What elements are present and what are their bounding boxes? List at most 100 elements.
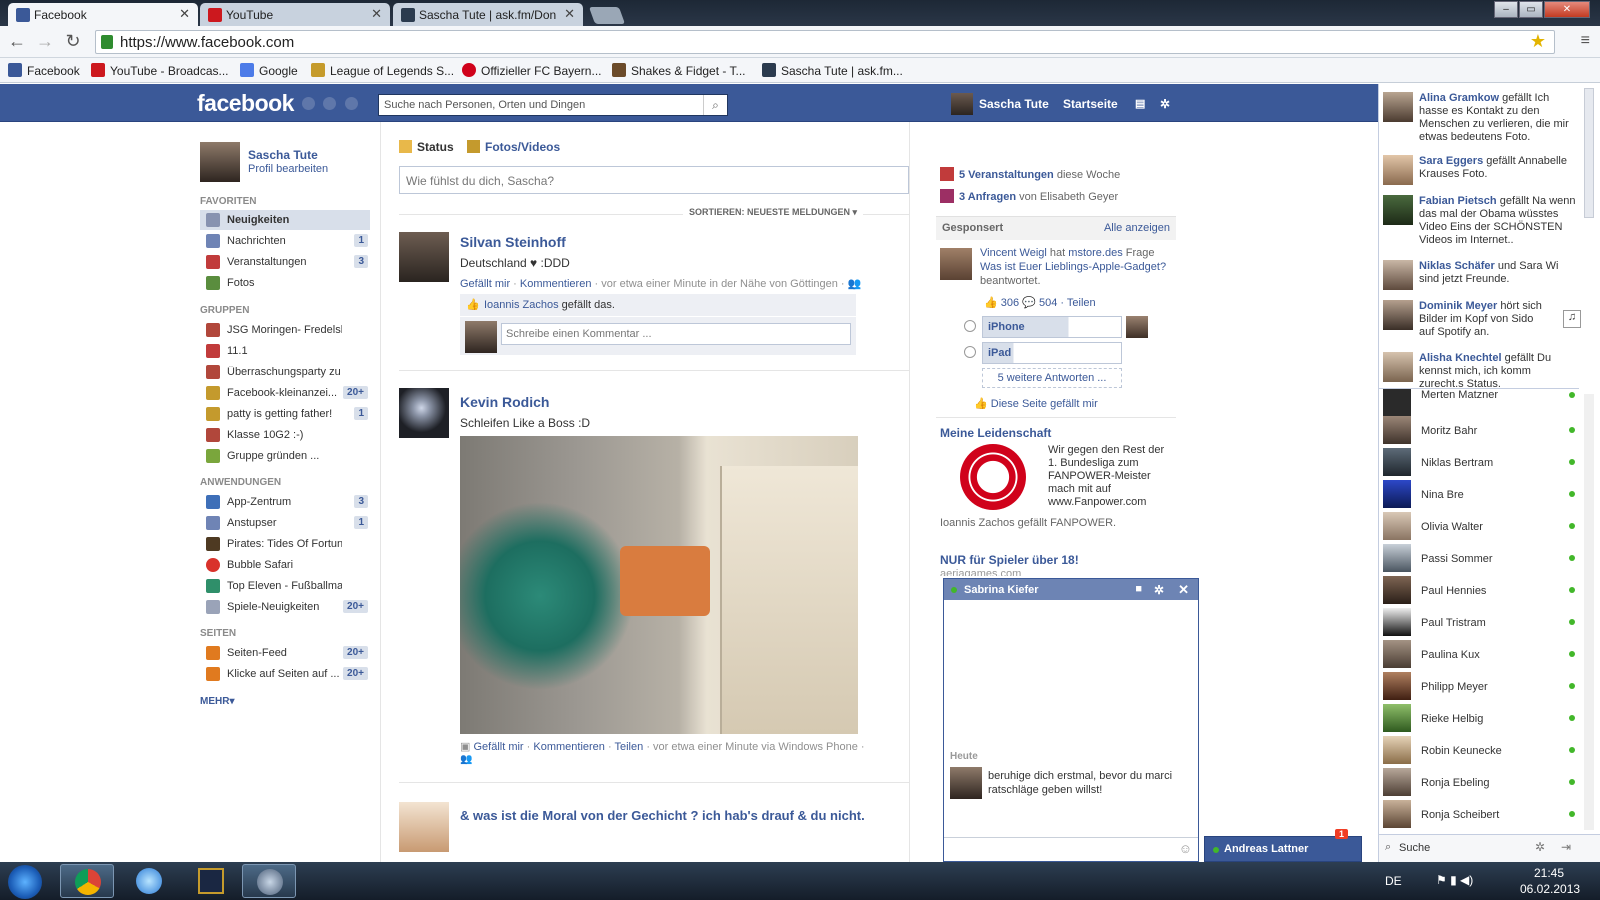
chat-contact[interactable]: Rieke Helbig <box>1379 704 1579 734</box>
bookmark-youtube[interactable]: YouTube - Broadcas... <box>91 63 229 78</box>
chat-contact[interactable]: Moritz Bahr <box>1379 416 1579 446</box>
maximize-button[interactable]: ▭ <box>1519 1 1543 18</box>
chat-contact[interactable]: Paul Hennies <box>1379 576 1579 606</box>
tab-status[interactable]: Status <box>399 140 454 154</box>
sort-dropdown[interactable]: SORTIEREN: NEUESTE MELDUNGEN ▾ <box>683 207 864 218</box>
post-author[interactable]: Silvan Steinhoff <box>460 234 566 250</box>
radio-ipad[interactable] <box>964 346 976 358</box>
facebook-logo[interactable]: facebook <box>197 90 294 117</box>
requests-reminder[interactable]: 3 Anfragen von Elisabeth Geyer <box>940 189 1118 203</box>
nav-item-messages[interactable]: Nachrichten 1 <box>200 231 370 251</box>
ticker-scrollbar[interactable] <box>1584 88 1594 218</box>
post-photo[interactable] <box>460 436 858 734</box>
chat-contact[interactable]: Olivia Walter <box>1379 512 1579 542</box>
events-reminder[interactable]: 5 Veranstaltungen diese Woche <box>940 167 1120 181</box>
nav-item-page[interactable]: Klicke auf Seiten auf ... 20+ <box>200 664 370 684</box>
gear-icon[interactable]: ✲ <box>1154 583 1164 597</box>
chat-contact[interactable]: Paulina Kux <box>1379 640 1579 670</box>
avatar[interactable] <box>200 142 240 182</box>
liker-name[interactable]: Ioannis Zachos <box>484 299 559 311</box>
taskbar-itunes[interactable] <box>122 864 176 898</box>
tray-icons[interactable]: ⚑ ▮ ◀) <box>1436 873 1473 887</box>
gear-icon[interactable]: ✲ <box>1160 97 1170 111</box>
likes-count[interactable]: 306 <box>1001 297 1019 309</box>
question-source[interactable]: mstore.des <box>1068 247 1122 259</box>
show-all-link[interactable]: Alle anzeigen <box>1104 222 1170 234</box>
close-icon[interactable]: ✕ <box>564 6 575 22</box>
chat-contact[interactable]: Paul Tristram <box>1379 608 1579 638</box>
taskbar-chrome[interactable] <box>60 864 114 898</box>
nav-item-app[interactable]: Anstupser 1 <box>200 513 370 533</box>
friend-requests-icon[interactable] <box>302 97 315 110</box>
bookmark-facebook[interactable]: Facebook <box>8 63 80 78</box>
status-composer-input[interactable]: Wie fühlst du dich, Sascha? <box>399 166 909 194</box>
hide-sidebar-icon[interactable]: ⇥ <box>1561 840 1571 854</box>
taskbar-teamspeak[interactable] <box>242 864 296 898</box>
avatar[interactable] <box>940 248 972 280</box>
window-close-button[interactable]: ✕ <box>1544 1 1590 18</box>
chat-contact[interactable]: Nina Bre <box>1379 480 1579 510</box>
chat-contact[interactable]: Robin Keunecke <box>1379 736 1579 766</box>
reload-icon[interactable]: ↻ <box>62 31 84 52</box>
share-link[interactable]: Teilen <box>615 741 644 753</box>
ad2-title[interactable]: NUR für Spieler über 18! <box>940 553 1079 567</box>
chat-scrollbar[interactable] <box>1584 394 1594 830</box>
requests-count[interactable]: 3 Anfragen <box>959 191 1016 203</box>
music-note-icon[interactable]: ♫ <box>1563 310 1581 328</box>
address-bar[interactable]: https://www.facebook.com ★ <box>95 30 1555 54</box>
bookmark-fcbayern[interactable]: Offizieller FC Bayern... <box>462 63 601 78</box>
more-link[interactable]: MEHR▾ <box>200 696 234 707</box>
like-link[interactable]: Gefällt mir <box>473 741 523 753</box>
tab-askfm[interactable]: Sascha Tute | ask.fm/Don ✕ <box>393 3 583 26</box>
edit-profile-link[interactable]: Profil bearbeiten <box>248 163 328 175</box>
post-author[interactable]: & was ist die Moral von der Gechicht ? i… <box>460 807 880 824</box>
nav-item-app[interactable]: Spiele-Neuigkeiten 20+ <box>200 597 370 617</box>
nav-item-app[interactable]: Pirates: Tides Of Fortune <box>200 534 370 554</box>
share-link[interactable]: · Teilen <box>1060 297 1095 309</box>
fcbayern-logo-icon[interactable] <box>960 444 1026 510</box>
profile-name[interactable]: Sascha Tute <box>248 148 318 162</box>
nav-item-group[interactable]: Facebook-kleinanzei... 20+ <box>200 383 370 403</box>
nav-item-group[interactable]: Klasse 10G2 :-) <box>200 425 370 445</box>
tab-youtube[interactable]: YouTube ✕ <box>200 3 390 26</box>
chat-contact[interactable]: Ronja Scheibert <box>1379 800 1579 830</box>
nav-item-group[interactable]: 11.1 <box>200 341 370 361</box>
video-call-icon[interactable]: ■ <box>1135 583 1142 595</box>
forward-arrow-icon[interactable]: → <box>34 31 56 52</box>
nav-item-photos[interactable]: Fotos <box>200 273 370 293</box>
ad-title[interactable]: Meine Leidenschaft <box>940 426 1051 440</box>
clock-date[interactable]: 06.02.2013 <box>1520 882 1580 896</box>
search-icon[interactable]: ⌕ <box>703 95 727 115</box>
chat-contact[interactable]: Passi Sommer <box>1379 544 1579 574</box>
nav-item-app[interactable]: Top Eleven - Fußballmanager <box>200 576 370 596</box>
tab-photos-videos[interactable]: Fotos/Videos <box>467 140 560 154</box>
start-button[interactable] <box>8 865 42 899</box>
nav-item-create-group[interactable]: Gruppe gründen ... <box>200 446 370 466</box>
profile-link[interactable]: Sascha Tute <box>979 97 1049 111</box>
nav-item-group[interactable]: JSG Moringen- Fredelsloh A... <box>200 320 370 340</box>
chat-search-input[interactable]: Suche <box>1399 842 1430 854</box>
nav-item-app[interactable]: App-Zentrum 3 <box>200 492 370 512</box>
comments-count[interactable]: 504 <box>1039 297 1057 309</box>
notifications-icon[interactable] <box>345 97 358 110</box>
nav-item-events[interactable]: Veranstaltungen 3 <box>200 252 370 272</box>
post-author[interactable]: Kevin Rodich <box>460 394 549 410</box>
comment-input[interactable]: Schreibe einen Kommentar ... <box>501 323 851 345</box>
menu-icon[interactable]: ≡ <box>1581 32 1590 50</box>
poll-option-ipad[interactable]: iPad <box>982 342 1122 364</box>
poll-option-iphone[interactable]: iPhone <box>982 316 1122 338</box>
page-like-link[interactable]: 👍 Diese Seite gefällt mir <box>974 397 1098 410</box>
taskbar-lol[interactable] <box>184 864 238 898</box>
chat-contact[interactable]: Merten Matzner <box>1379 389 1579 419</box>
close-icon[interactable]: ✕ <box>179 6 190 22</box>
nav-item-app[interactable]: Bubble Safari <box>200 555 370 575</box>
comment-link[interactable]: Kommentieren <box>533 741 605 753</box>
chat-contact[interactable]: Ronja Ebeling <box>1379 768 1579 798</box>
chat-contact[interactable]: Philipp Meyer <box>1379 672 1579 702</box>
bookmark-google[interactable]: Google <box>240 63 298 78</box>
events-count[interactable]: 5 Veranstaltungen <box>959 169 1054 181</box>
language-indicator[interactable]: DE <box>1385 874 1402 888</box>
avatar[interactable] <box>399 388 449 438</box>
question-text[interactable]: Was ist Euer Lieblings-Apple-Gadget? <box>980 261 1166 273</box>
privacy-icon[interactable]: ▤ <box>1135 97 1145 110</box>
